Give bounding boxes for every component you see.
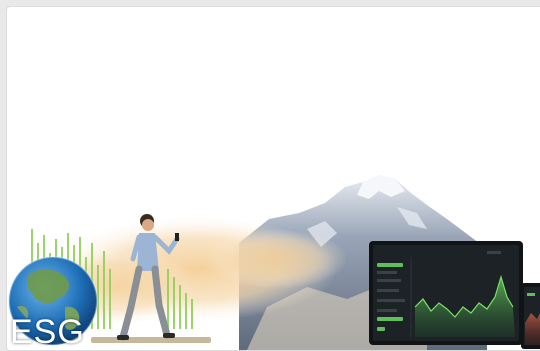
esg-label: ESG [10, 313, 85, 351]
esg-illustration [8, 175, 540, 350]
trading-dashboard-screen [369, 241, 523, 345]
secondary-screen [521, 283, 540, 349]
image-card[interactable]: ESG [6, 6, 540, 351]
walkway-platform [91, 337, 211, 343]
